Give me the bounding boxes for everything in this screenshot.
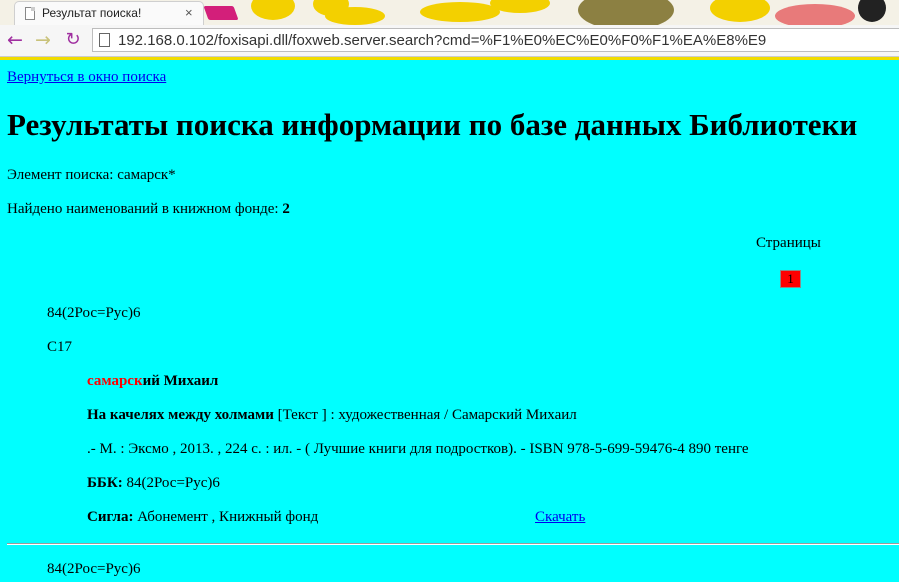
download-link[interactable]: Скачать [535, 509, 585, 526]
record-1-class-code: 84(2Рос=Рус)6 [47, 305, 141, 321]
sigla-value: Абонемент , Книжный фонд [133, 509, 319, 525]
record-1-author-rest: ий Михаил [142, 373, 219, 389]
page-favicon-icon [25, 7, 35, 20]
browser-tab-active[interactable]: Результат поиска! × [14, 1, 204, 25]
record-1-description: [Текст ] : художественная / Самарский Ми… [273, 407, 577, 423]
back-arrow-icon[interactable]: ← [4, 28, 26, 52]
page-title: Результаты поиска информации по базе дан… [7, 107, 858, 142]
bbk-label: ББК: [87, 475, 123, 491]
record-2-class-code: 84(2Рос=Рус)6 [47, 561, 141, 577]
browser-tabstrip: Результат поиска! × [0, 0, 899, 25]
search-highlight: самарск [87, 373, 143, 389]
search-element-label: Элемент поиска: [7, 167, 118, 183]
search-element-line: Элемент поиска: самарск* [7, 167, 176, 184]
bbk-value: 84(2Рос=Рус)6 [122, 475, 220, 491]
page-icon [99, 33, 110, 47]
record-separator [7, 543, 899, 545]
found-count-value: 2 [282, 201, 290, 217]
record-1-bbk-line: ББК: 84(2Рос=Рус)6 [87, 475, 220, 492]
search-term: самарск* [117, 167, 176, 183]
page-number-1-button[interactable]: 1 [780, 270, 801, 288]
pages-label: Страницы [756, 235, 821, 251]
found-count-line: Найдено наименований в книжном фонде: 2 [7, 201, 290, 218]
record-1-publication: .- М. : Эксмо , 2013. , 224 с. : ил. - (… [87, 441, 749, 457]
record-1-author: самарский Михаил [87, 373, 218, 390]
record-1-author-mark: С17 [47, 339, 73, 355]
url-text[interactable]: 192.168.0.102/foxisapi.dll/foxweb.server… [118, 32, 766, 49]
address-bar[interactable]: 192.168.0.102/foxisapi.dll/foxweb.server… [92, 28, 899, 52]
page-content: Вернуться в окно поиска Результаты поиск… [0, 60, 899, 582]
record-1-sigla-line: Сигла: Абонемент , Книжный фонд [87, 509, 318, 526]
browser-toolbar: ← → ↻ 192.168.0.102/foxisapi.dll/foxweb.… [0, 25, 899, 57]
reload-icon[interactable]: ↻ [62, 28, 84, 52]
found-count-label: Найдено наименований в книжном фонде: [7, 201, 283, 217]
back-to-search-link[interactable]: Вернуться в окно поиска [7, 69, 166, 86]
new-tab-button[interactable] [203, 6, 239, 20]
close-tab-icon[interactable]: × [185, 5, 193, 20]
tab-title: Результат поиска! [42, 6, 142, 20]
record-1-title-line: На качелях между холмами [Текст ] : худо… [87, 407, 577, 424]
record-1-book-title: На качелях между холмами [87, 407, 274, 423]
forward-arrow-icon[interactable]: → [32, 28, 54, 52]
sigla-label: Сигла: [87, 509, 134, 525]
